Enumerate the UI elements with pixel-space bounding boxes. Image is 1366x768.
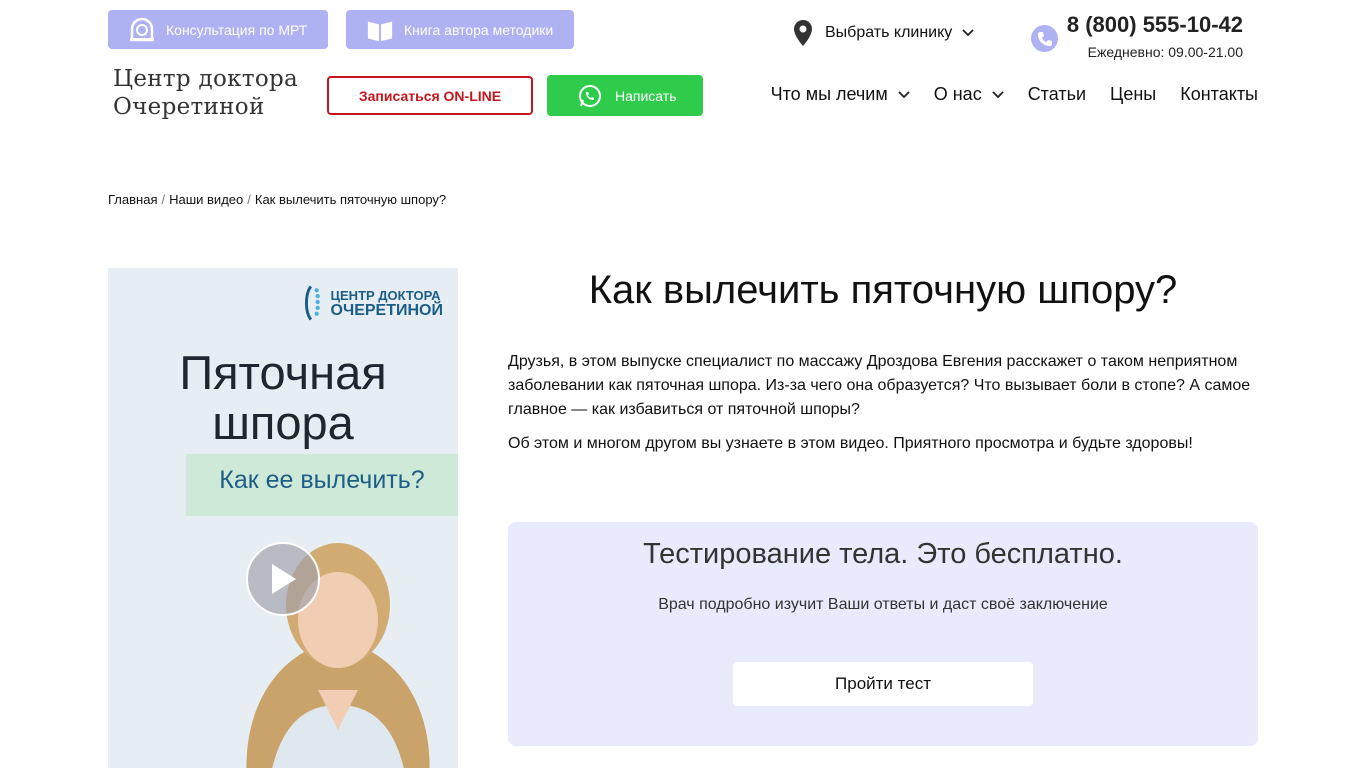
chevron-down-icon [992, 90, 1004, 98]
mrt-consultation-button[interactable]: Консультация по МРТ [108, 10, 328, 49]
page-title: Как вылечить пяточную шпору? [588, 268, 1178, 312]
clinic-selector-label: Выбрать клинику [825, 24, 953, 41]
phone-icon[interactable] [1031, 25, 1058, 52]
chevron-down-icon [962, 29, 974, 37]
open-book-icon [366, 16, 394, 44]
nav-item-about[interactable]: О нас [934, 84, 1004, 105]
play-icon [272, 564, 296, 594]
logo-line-1: Центр доктора [113, 66, 299, 92]
video-title: Пяточная шпора [108, 348, 458, 448]
nav-item-what-we-treat[interactable]: Что мы лечим [771, 84, 910, 105]
intro-paragraph: Об этом и многом другом вы узнаете в это… [508, 435, 1193, 452]
breadcrumb-home[interactable]: Главная [108, 192, 157, 207]
nav-item-prices[interactable]: Цены [1110, 84, 1156, 105]
body-test-promo: Тестирование тела. Это бесплатно. Врач п… [508, 522, 1258, 746]
whatsapp-write-button[interactable]: Написать [547, 75, 703, 116]
video-logo: ЦЕНТР ДОКТОРА ОЧЕРЕТИНОЙ [303, 282, 443, 324]
test-promo-title: Тестирование тела. Это бесплатно. [643, 538, 1123, 570]
phone-number[interactable]: 8 (800) 555-10-42 [1060, 12, 1243, 38]
test-promo-description: Врач подробно изучит Ваши ответы и даст … [658, 596, 1108, 613]
phone-hours: Ежедневно: 09.00-21.00 [1087, 44, 1243, 60]
mrt-consultation-label: Консультация по МРТ [166, 21, 308, 38]
video-title-line-1: Пяточная [179, 346, 387, 399]
presenter-image [246, 543, 430, 768]
intro-paragraph: Друзья, в этом выпуске специалист по мас… [508, 353, 1251, 418]
video-logo-line-2: ОЧЕРЕТИНОЙ [330, 302, 443, 319]
nav-item-label: Цены [1110, 84, 1157, 104]
author-book-button[interactable]: Книга автора методики [346, 10, 574, 49]
breadcrumb-current: Как вылечить пяточную шпору? [254, 192, 447, 207]
clinic-selector[interactable]: Выбрать клинику [794, 16, 974, 50]
video-title-line-2: шпора [212, 396, 354, 449]
video-thumbnail[interactable]: ЦЕНТР ДОКТОРА ОЧЕРЕТИНОЙ Пяточная шпора … [108, 268, 458, 768]
nav-item-label: О нас [933, 84, 982, 104]
video-subtitle: Как ее вылечить? [219, 466, 425, 494]
breadcrumb: Главная / Наши видео / Как вылечить пято… [108, 192, 446, 207]
video-play-button[interactable] [246, 542, 320, 616]
nav-item-label: Что мы лечим [770, 84, 888, 104]
whatsapp-write-label: Написать [615, 87, 677, 104]
video-logo-line-1: ЦЕНТР ДОКТОРА [330, 288, 441, 303]
site-logo[interactable]: Центр доктора Очеретиной [113, 65, 298, 121]
location-pin-icon [794, 20, 812, 46]
online-booking-button[interactable]: Записаться ON-LINE [327, 76, 533, 115]
whatsapp-icon [579, 84, 601, 107]
nav-item-label: Контакты [1180, 84, 1258, 104]
main-nav: Что мы лечим О нас Статьи Цены Контакты [771, 84, 1258, 105]
nav-item-label: Статьи [1027, 84, 1087, 104]
breadcrumb-separator: / [161, 192, 166, 207]
spine-logo-icon [304, 285, 320, 321]
take-test-button[interactable]: Пройти тест [733, 662, 1033, 706]
chevron-down-icon [898, 90, 910, 98]
author-book-label: Книга автора методики [404, 21, 554, 38]
logo-line-2: Очеретиной [113, 94, 265, 120]
breadcrumb-separator: / [247, 192, 251, 207]
nav-item-contacts[interactable]: Контакты [1180, 84, 1258, 105]
mri-scanner-icon [128, 16, 156, 44]
nav-item-articles[interactable]: Статьи [1028, 84, 1086, 105]
breadcrumb-videos[interactable]: Наши видео [169, 192, 243, 207]
